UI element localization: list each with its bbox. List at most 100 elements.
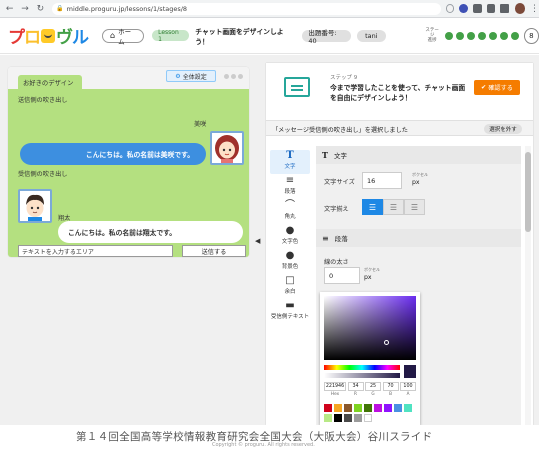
sender-message: こんにちは。私の名前は美咲です。 (85, 151, 194, 159)
puzzle-icon[interactable] (486, 4, 496, 13)
scroll-thumb[interactable] (525, 152, 531, 232)
extension-icon[interactable] (459, 4, 469, 13)
font-size-unit-note: ポクセル (412, 172, 428, 177)
color-swatch[interactable] (394, 404, 402, 412)
copyright: Copyright © proguru. All rights reserved… (212, 442, 315, 448)
text-section-title: 文字 (333, 152, 347, 160)
font-size-unit: px (412, 179, 420, 186)
app-header: プロヴル ⌂ ホーム Lesson 1 チャット画面をデザインしよう！ 出題番号… (0, 18, 539, 54)
scrollbar[interactable] (525, 146, 531, 425)
nav-label: 文字色 (281, 239, 299, 245)
align-right-button[interactable]: ☰ (404, 199, 425, 215)
nav-item-2[interactable]: ⌒ 角丸 (270, 200, 310, 224)
home-button[interactable]: ⌂ ホーム (102, 28, 145, 46)
message-input[interactable]: テキストを入力するエリア (18, 245, 173, 257)
progress-dot (455, 31, 464, 40)
collapse-panel-icon[interactable]: ◀ (255, 237, 260, 245)
color-swatch[interactable] (364, 414, 372, 422)
home-icon: ⌂ (110, 31, 116, 40)
task-card: ステップ 9 今まで学習したことを使って、チャット画面を自由にデザインしよう！ … (266, 63, 533, 111)
receiver-message: こんにちは。私の名前は翔太です。 (68, 229, 177, 237)
b-input[interactable]: 70 (382, 382, 399, 391)
stage-progress-label: ステージ 進捗 (425, 28, 439, 43)
color-swatch[interactable] (334, 404, 342, 412)
extension-icon[interactable] (473, 4, 482, 13)
text-icon: T (322, 150, 328, 160)
user-badge[interactable]: tani (357, 29, 386, 42)
nav-icon: ≡ (285, 175, 295, 186)
color-picker: 221946 Hex 34 R 25 G 70 B 100 A (320, 292, 420, 425)
color-swatch[interactable] (364, 404, 372, 412)
g-label: G (371, 391, 375, 396)
preview-tabbar: お好きのデザイン ⚙ 全体設定 (8, 67, 249, 89)
saturation-value-area[interactable] (324, 296, 416, 360)
color-swatch[interactable] (324, 414, 332, 422)
align-center-button[interactable]: ☰ (383, 199, 404, 215)
sender-name: 美咲 (194, 121, 207, 128)
nav-item-5[interactable]: □ 余白 (270, 275, 310, 299)
line-width-input[interactable]: 0 (324, 267, 360, 284)
font-size-input[interactable]: 16 (362, 172, 402, 189)
app-logo[interactable]: プロヴル (8, 23, 89, 48)
paragraph-section-header[interactable]: ≡ 段落 (316, 229, 521, 247)
align-left-button[interactable]: ☰ (362, 199, 383, 215)
text-align-group: ☰ ☰ ☰ (362, 199, 425, 215)
color-swatch[interactable] (354, 414, 362, 422)
nav-icon: ▬ (285, 300, 295, 311)
progress-dot (510, 31, 519, 40)
hue-slider[interactable] (324, 365, 400, 370)
reload-icon[interactable]: ↻ (35, 3, 46, 15)
color-swatch[interactable] (344, 404, 352, 412)
design-tab[interactable]: お好きのデザイン (18, 75, 82, 89)
progress-dot (444, 31, 453, 40)
color-swatch[interactable] (384, 404, 392, 412)
a-input[interactable]: 100 (400, 382, 416, 391)
receiver-bubble[interactable]: こんにちは。私の名前は翔太です。 (58, 221, 243, 243)
nav-item-1[interactable]: ≡ 段落 (270, 175, 310, 199)
alpha-slider[interactable] (324, 373, 400, 378)
text-align-label: 文字揃え (324, 206, 349, 213)
nav-label: 受信側テキスト (270, 314, 310, 320)
confirm-button[interactable]: ✔ 確認する (474, 80, 520, 95)
nav-label: 余白 (284, 289, 296, 295)
color-swatch[interactable] (334, 414, 342, 422)
color-swatch[interactable] (324, 404, 332, 412)
text-section-header[interactable]: T 文字 (316, 146, 521, 164)
sender-bubble[interactable]: こんにちは。私の名前は美咲です。 (20, 143, 206, 165)
url-text: middle.proguru.jp/lessons/1/stages/8 (66, 4, 188, 13)
nav-item-3[interactable]: ● 文字色 (270, 225, 310, 249)
r-input[interactable]: 34 (347, 382, 364, 391)
nav-label: 文字 (284, 164, 296, 170)
deselect-button[interactable]: 選択を外す (484, 124, 522, 134)
color-swatch[interactable] (354, 404, 362, 412)
color-swatch[interactable] (344, 414, 352, 422)
color-swatch[interactable] (404, 404, 412, 412)
back-icon[interactable]: ← (4, 3, 15, 15)
nav-item-0[interactable]: T 文字 (270, 150, 310, 174)
check-icon: ✔ (481, 84, 487, 91)
extension-icon[interactable] (445, 4, 455, 13)
url-bar[interactable]: 🔒 middle.proguru.jp/lessons/1/stages/8 (52, 2, 441, 15)
forward-icon[interactable]: → (19, 3, 30, 15)
color-swatch[interactable] (374, 404, 382, 412)
nav-item-6[interactable]: ▬ 受信側テキスト (270, 300, 310, 324)
global-settings-button[interactable]: ⚙ 全体設定 (166, 70, 216, 82)
send-button[interactable]: 送信する (182, 245, 246, 257)
media-icon[interactable] (500, 4, 509, 13)
color-handle[interactable] (384, 340, 389, 345)
color-values: 221946 Hex 34 R 25 G 70 B 100 A (324, 382, 416, 396)
receiver-avatar (18, 189, 52, 223)
chat-preview-panel: お好きのデザイン ⚙ 全体設定 送信側の吹き出し 美咲 こんにちは。私の名前は美… (8, 67, 249, 257)
b-label: B (389, 391, 392, 396)
profile-avatar[interactable] (514, 3, 526, 14)
hex-label: Hex (330, 391, 340, 396)
hex-input[interactable]: 221946 (324, 382, 346, 391)
task-step: ステップ 9 (330, 75, 358, 81)
g-input[interactable]: 25 (365, 382, 381, 391)
lesson-badge: Lesson 1 (152, 29, 190, 43)
nav-item-4[interactable]: ● 背景色 (270, 250, 310, 274)
chat-area: 送信側の吹き出し 美咲 こんにちは。私の名前は美咲です。 受信側の吹き出し 翔太… (8, 89, 249, 257)
progress-dot (499, 31, 508, 40)
global-settings-label: 全体設定 (182, 73, 207, 81)
menu-icon[interactable]: ⋮ (530, 4, 539, 14)
